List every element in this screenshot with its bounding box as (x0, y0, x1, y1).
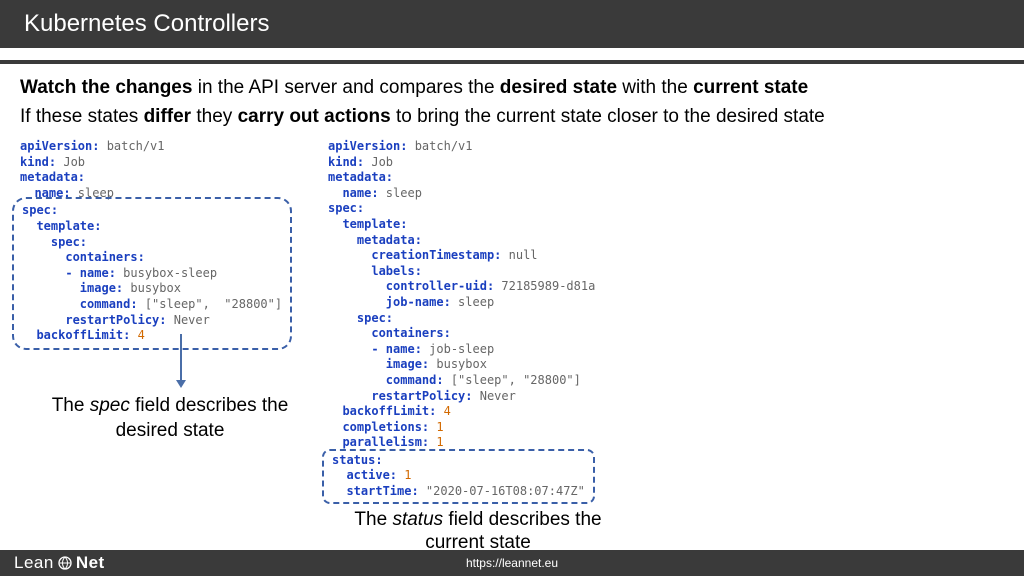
yaml-left-spec: spec: template: spec: containers: - name… (22, 203, 282, 343)
code-left-column: apiVersion: batch/v1 kind: Job metadata:… (20, 139, 310, 346)
yaml-right-body: apiVersion: batch/v1 kind: Job metadata:… (328, 139, 1004, 451)
status-highlight-box: status: active: 1 startTime: "2020-07-16… (322, 449, 595, 504)
leannet-logo-icon (57, 555, 73, 571)
intro-line-2: If these states differ they carry out ac… (20, 103, 1004, 132)
brand-part-1: Lean (14, 553, 54, 573)
spec-highlight-box: spec: template: spec: containers: - name… (12, 197, 292, 349)
slide-footer: Lean Net https://leannet.eu (0, 550, 1024, 576)
slide-body: Watch the changes in the API server and … (0, 64, 1024, 555)
footer-url: https://leannet.eu (466, 556, 558, 570)
yaml-right-status: status: active: 1 startTime: "2020-07-16… (332, 453, 585, 500)
arrow-down-icon (180, 334, 182, 382)
caption-status: The status field describes the current s… (338, 508, 618, 556)
footer-brand: Lean Net (14, 553, 105, 573)
code-columns: apiVersion: batch/v1 kind: Job metadata:… (20, 139, 1004, 555)
brand-part-2: Net (76, 553, 105, 573)
slide-title: Kubernetes Controllers (24, 10, 269, 37)
intro-line-1: Watch the changes in the API server and … (20, 74, 1004, 103)
code-right-column: apiVersion: batch/v1 kind: Job metadata:… (328, 139, 1004, 555)
yaml-left-header: apiVersion: batch/v1 kind: Job metadata:… (20, 139, 310, 201)
caption-spec: The spec field describes the desired sta… (40, 394, 300, 443)
slide-title-bar: Kubernetes Controllers (0, 0, 1024, 48)
